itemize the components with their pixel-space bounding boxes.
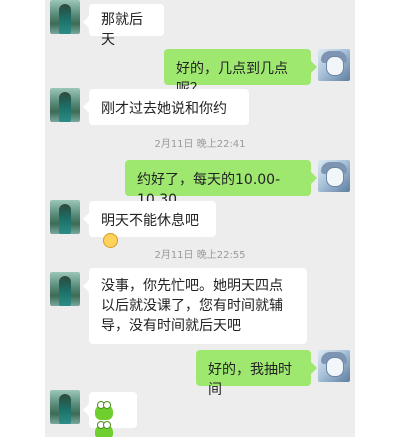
contact-avatar[interactable] bbox=[50, 272, 80, 306]
message-bubble[interactable]: 那就后天 bbox=[83, 4, 164, 48]
message-bubble[interactable]: 好的，我抽时间 bbox=[196, 350, 317, 398]
message-bubble[interactable] bbox=[83, 392, 137, 437]
contact-avatar[interactable] bbox=[50, 88, 80, 122]
self-avatar[interactable] bbox=[318, 160, 350, 192]
timestamp: 2月11日 晚上22:55 bbox=[154, 250, 246, 261]
message-bubble[interactable]: 好的，几点到几点呢？ bbox=[164, 49, 317, 97]
message-bubble[interactable]: 约好了，每天的10.00-10.30 bbox=[125, 160, 317, 208]
self-avatar[interactable] bbox=[318, 49, 350, 81]
frog-icon bbox=[95, 421, 113, 437]
chat-panel[interactable]: 那就后天 好的，几点到几点呢？ 刚才过去她说和你约 2月11日 晚上22:41 … bbox=[45, 0, 355, 437]
message-bubble[interactable]: 刚才过去她说和你约 bbox=[83, 89, 249, 125]
timestamp: 2月11日 晚上22:41 bbox=[154, 139, 246, 150]
contact-avatar[interactable] bbox=[50, 200, 80, 234]
message-text: 明天不能休息吧 bbox=[101, 213, 199, 229]
contact-avatar[interactable] bbox=[50, 0, 80, 34]
contact-avatar[interactable] bbox=[50, 390, 80, 424]
message-bubble[interactable]: 明天不能休息吧 bbox=[83, 201, 216, 248]
frog-icon bbox=[95, 401, 113, 420]
message-bubble[interactable]: 没事，你先忙吧。她明天四点以后就没课了，您有时间就辅导，没有时间就后天吧 bbox=[83, 268, 307, 344]
self-avatar[interactable] bbox=[318, 350, 350, 382]
